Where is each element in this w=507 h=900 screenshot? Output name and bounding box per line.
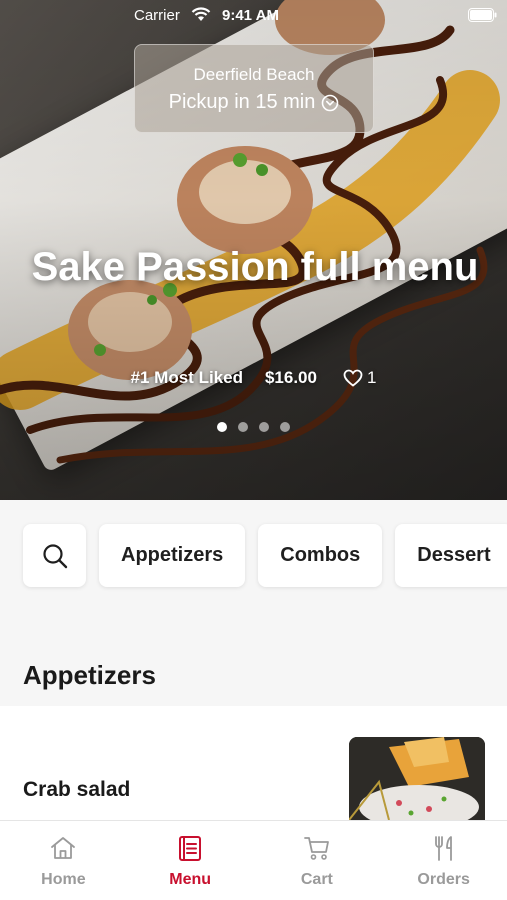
menu-book-icon (179, 836, 202, 861)
tab-cart[interactable]: Cart (254, 821, 381, 900)
heart-icon (343, 369, 363, 387)
carousel-dot-4[interactable] (280, 422, 290, 432)
location-city: Deerfield Beach (193, 65, 315, 84)
pickup-time-row[interactable]: Pickup in 15 min (135, 91, 373, 114)
like-button[interactable]: 1 (343, 368, 376, 388)
category-chip-combos[interactable]: Combos (258, 524, 383, 587)
category-chips[interactable]: Appetizers Combos Dessert (23, 524, 507, 587)
pickup-time-label: Pickup in 15 min (168, 91, 316, 113)
hero-meta: #1 Most Liked $16.00 1 (0, 368, 507, 388)
tab-orders-label: Orders (417, 871, 470, 888)
menu-item-name: Crab salad (23, 778, 131, 801)
menu-list: Crab salad (0, 706, 507, 820)
battery-icon (468, 8, 497, 22)
cart-icon (303, 837, 329, 860)
hero-title: Sake Passion full menu (31, 245, 479, 289)
carousel-dot-1[interactable] (217, 422, 227, 432)
tab-orders[interactable]: Orders (380, 821, 507, 900)
clock-time: 9:41 AM (222, 7, 279, 24)
carousel-dot-2[interactable] (238, 422, 248, 432)
menu-item-image (349, 737, 485, 820)
like-count: 1 (366, 368, 377, 387)
status-bar: Carrier 9:41 AM (0, 0, 507, 30)
carousel-pagination[interactable] (0, 422, 507, 432)
carrier-label: Carrier (134, 7, 180, 24)
wifi-icon (191, 7, 211, 21)
home-icon (51, 837, 76, 859)
chevron-down-circle-icon (322, 94, 339, 111)
hero-price: $16.00 (264, 368, 317, 387)
tab-home-label: Home (41, 871, 86, 888)
bottom-tab-bar: Home Menu Cart Orders (0, 820, 507, 900)
tab-cart-label: Cart (300, 871, 333, 888)
tab-home[interactable]: Home (0, 821, 127, 900)
section-title: Appetizers (23, 660, 156, 690)
tab-menu[interactable]: Menu (127, 821, 254, 900)
location-selector[interactable]: Deerfield Beach Pickup in 15 min (134, 44, 374, 133)
carousel-dot-3[interactable] (259, 422, 269, 432)
hero-banner[interactable]: Carrier 9:41 AM Deerfield Beach Pickup i… (0, 0, 507, 500)
category-chip-dessert[interactable]: Dessert (395, 524, 507, 587)
search-button[interactable] (23, 524, 86, 587)
tab-menu-label: Menu (169, 871, 212, 888)
fork-knife-icon (434, 836, 452, 861)
category-chip-appetizers[interactable]: Appetizers (99, 524, 246, 587)
search-icon (42, 543, 67, 568)
most-liked-badge: #1 Most Liked (130, 368, 243, 387)
